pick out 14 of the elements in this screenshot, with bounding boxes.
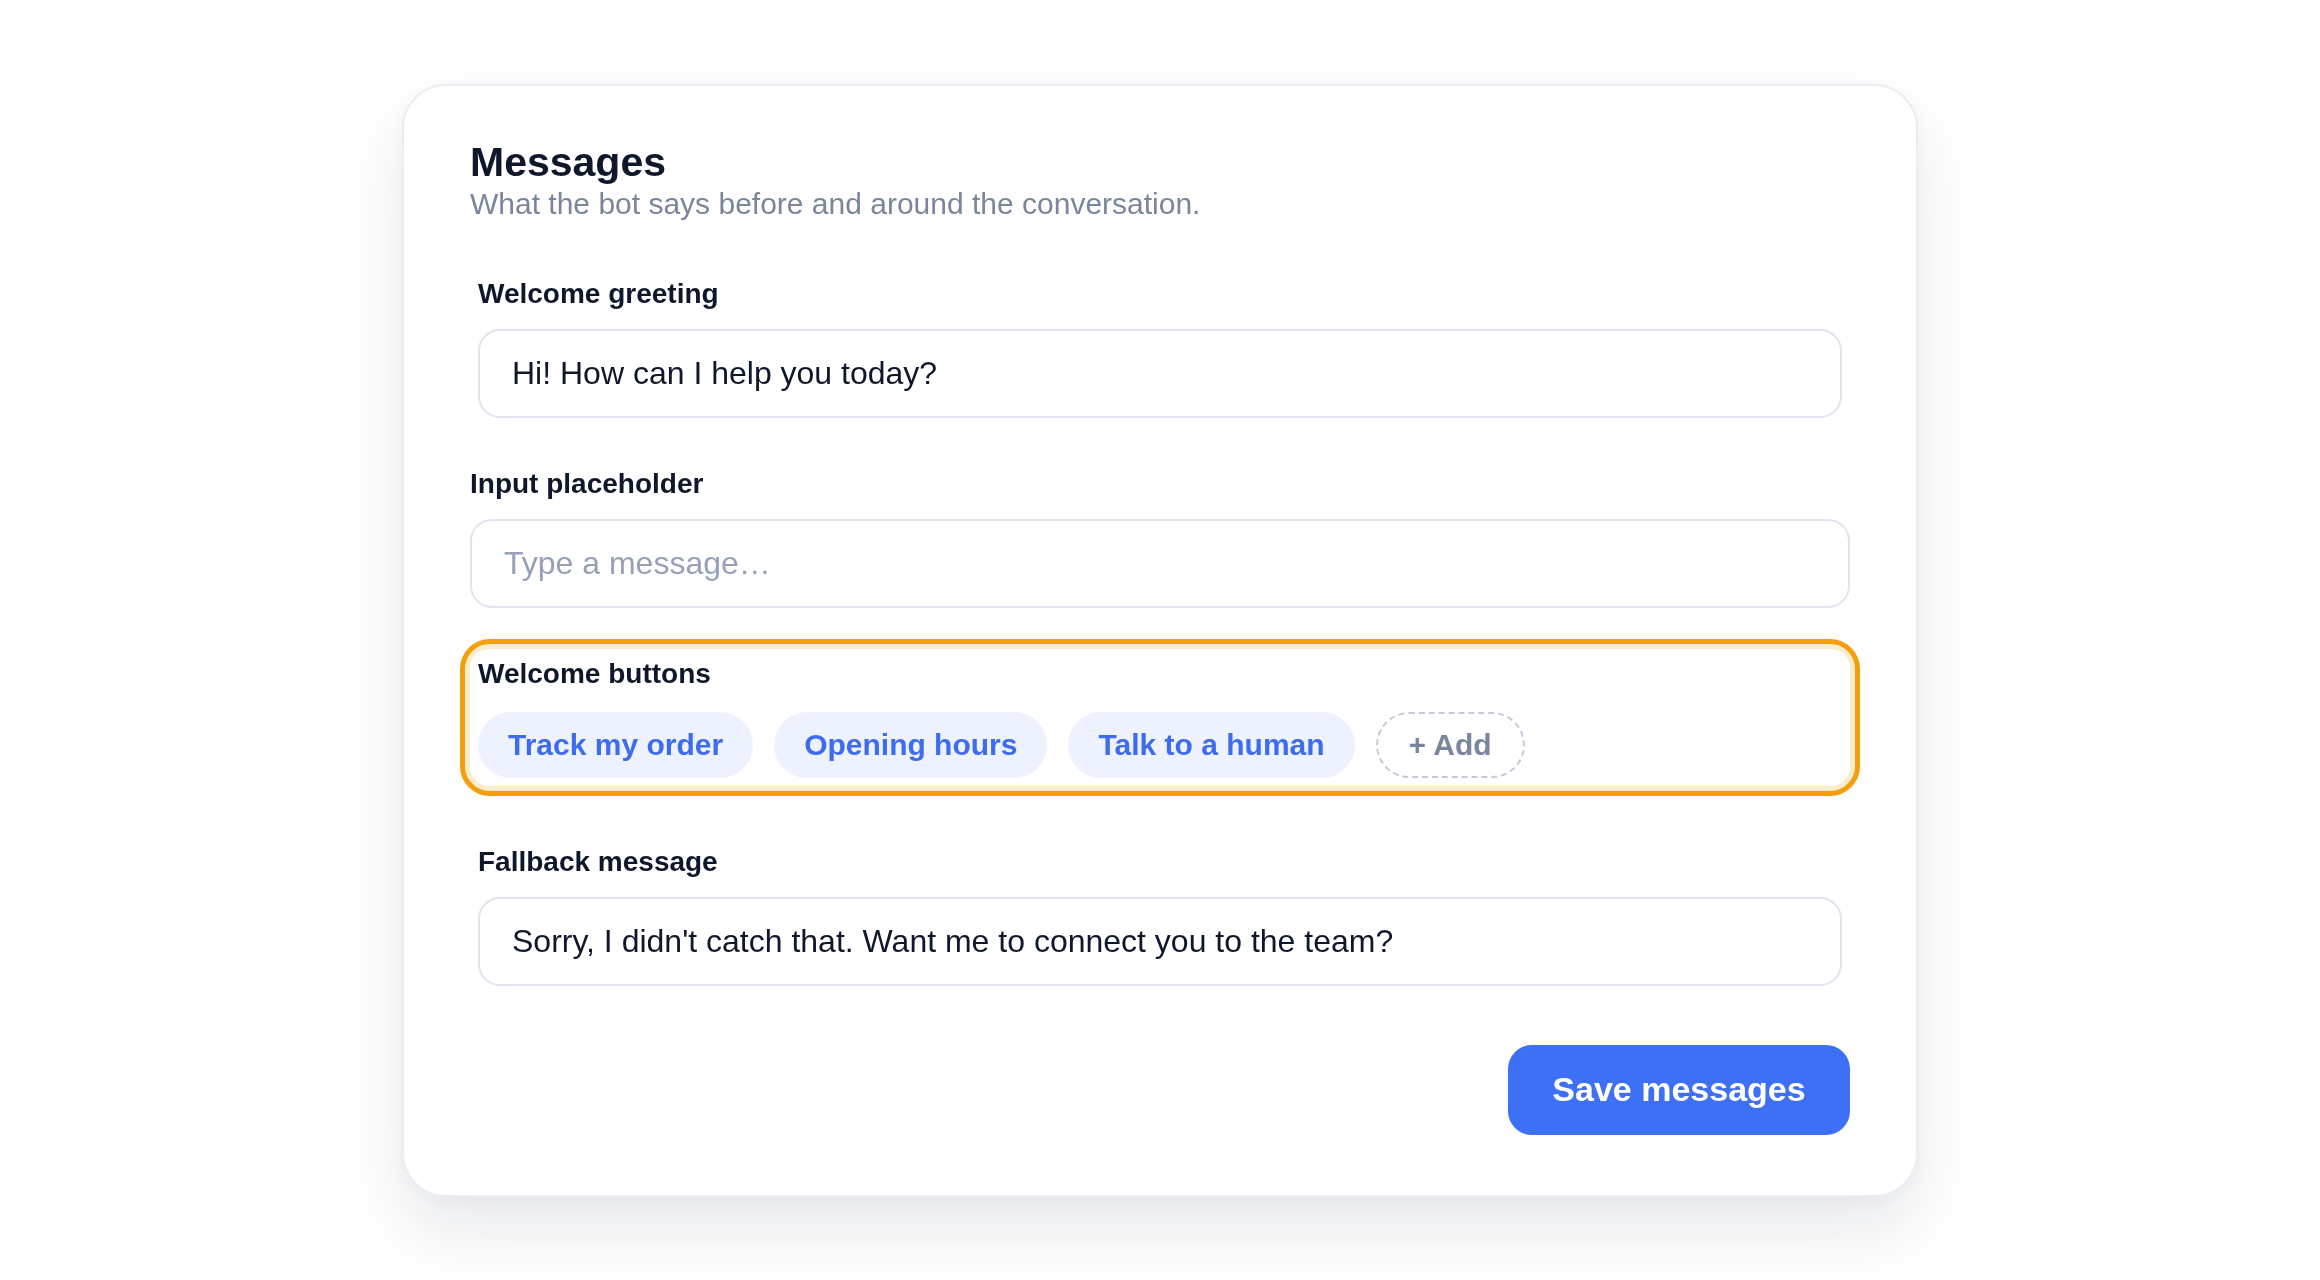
- text-input[interactable]: Hi! How can I help you today?: [478, 328, 1842, 418]
- panel-subtitle: What the bot says before and around the conversation.: [470, 185, 1202, 222]
- field-label: Welcome buttons: [478, 656, 711, 691]
- panel-title: Messages: [470, 137, 667, 186]
- save-button[interactable]: Save messages: [1508, 1044, 1850, 1135]
- text-input[interactable]: Sorry, I didn't catch that. Want me to connect you to the team?: [478, 896, 1842, 986]
- reply-chip[interactable]: Talk to a human: [1068, 711, 1355, 778]
- text-input[interactable]: Type a message…: [470, 518, 1850, 608]
- add-button[interactable]: + Add: [1375, 711, 1525, 778]
- field-label: Fallback message: [478, 844, 718, 879]
- field-label: Welcome greeting: [478, 276, 719, 311]
- reply-chip[interactable]: Opening hours: [774, 711, 1048, 778]
- reply-chip[interactable]: Track my order: [478, 711, 754, 778]
- field-label: Input placeholder: [470, 466, 704, 501]
